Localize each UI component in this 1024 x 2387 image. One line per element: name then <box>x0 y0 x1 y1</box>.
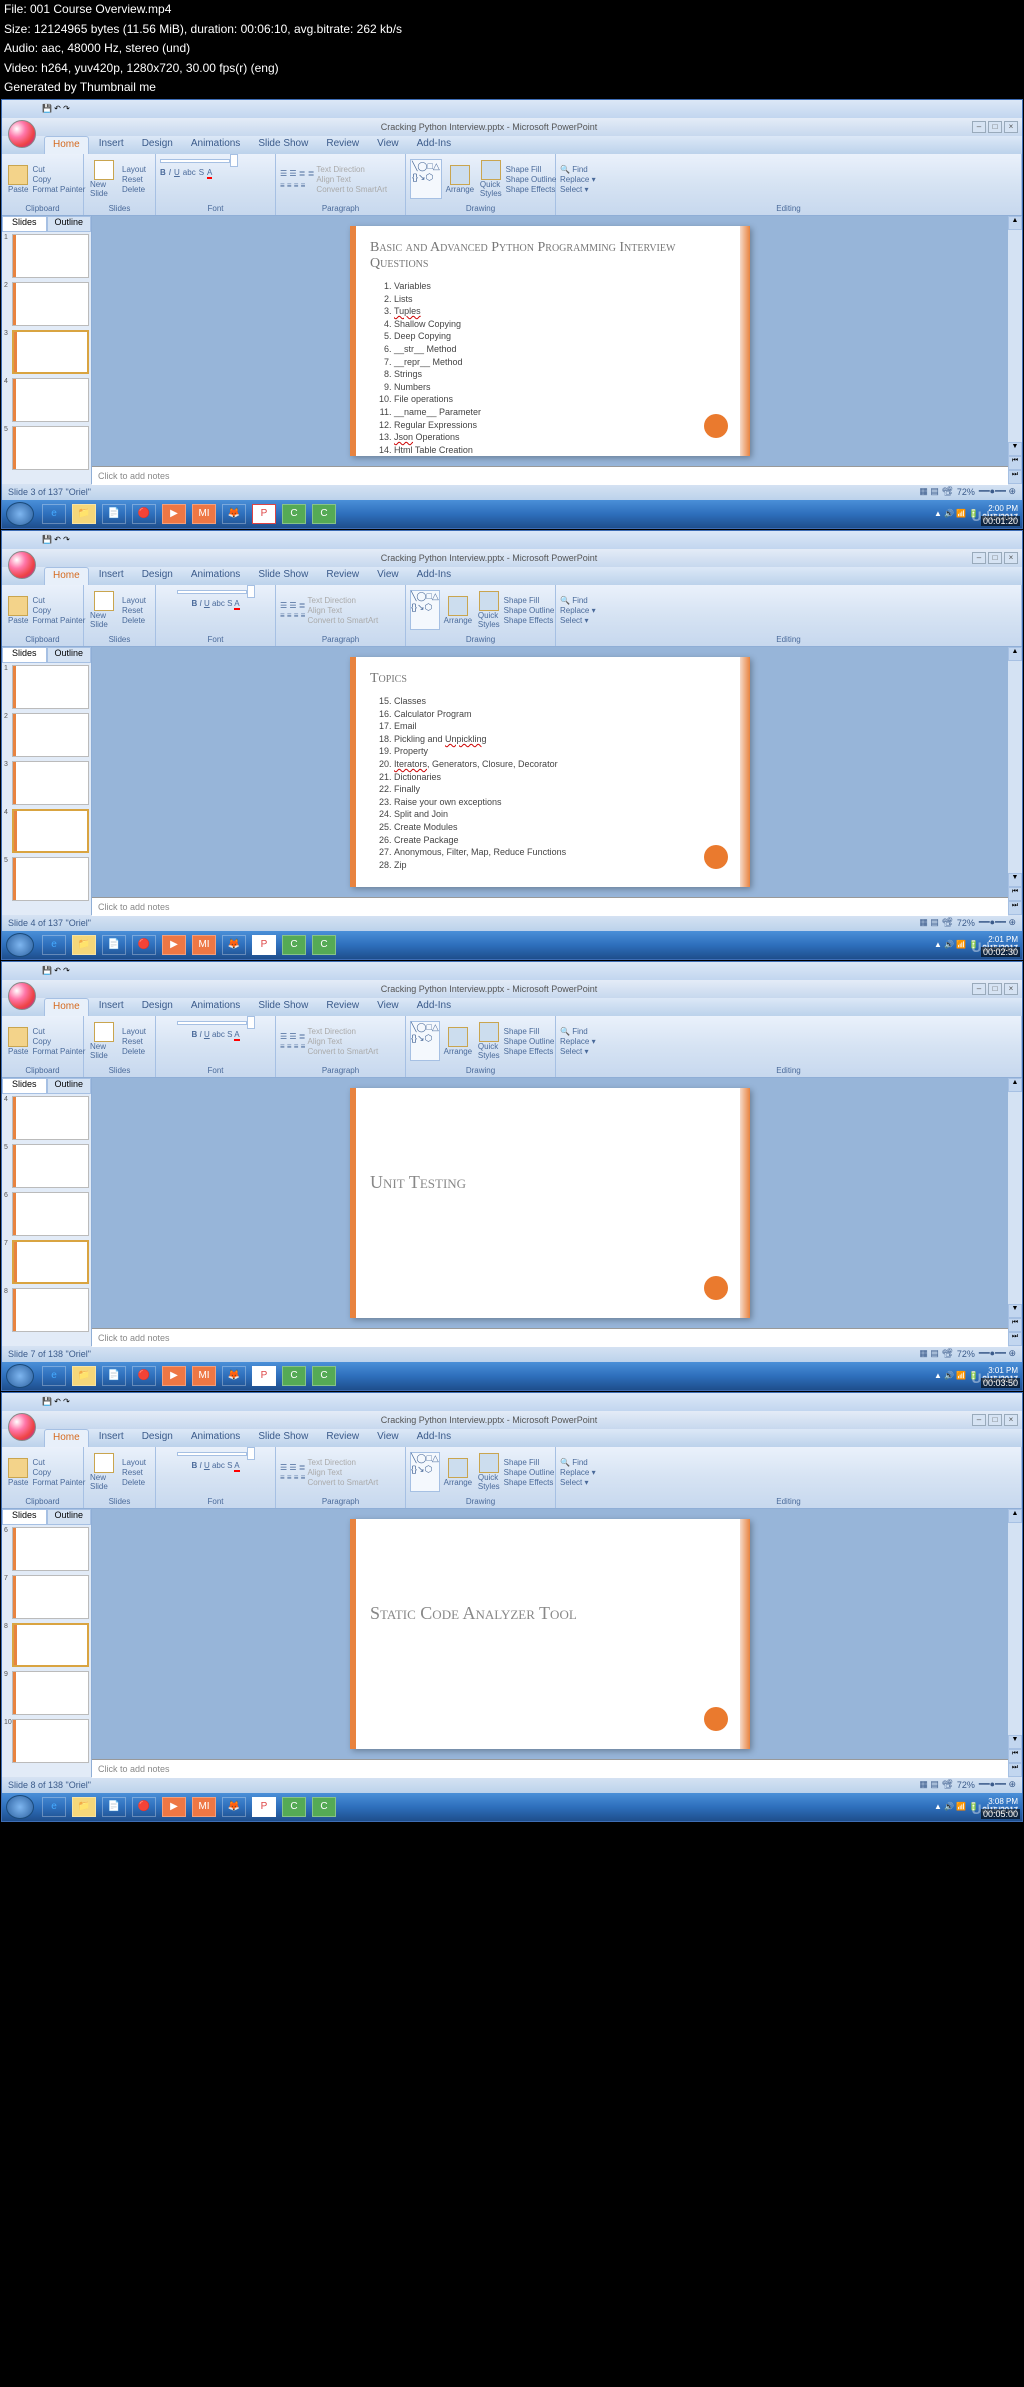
shapes-gallery[interactable]: ╲◯□△{}↘⬡ <box>410 159 442 199</box>
file-info-line2: Size: 12124965 bytes (11.56 MiB), durati… <box>0 20 1024 40</box>
font-family-box[interactable] <box>160 159 230 163</box>
group-slides: Slides <box>88 203 151 213</box>
status-bar: Slide 3 of 137 "Oriel" ▦ ▤ 📽 72% ━━●━━ ⊕ <box>2 484 1022 500</box>
powerpoint-window-4: 💾 ↶ ↷ Cracking Python Interview.pptx - M… <box>1 1392 1023 1822</box>
view-buttons[interactable]: ▦ ▤ 📽 <box>919 486 952 497</box>
tab-home[interactable]: Home <box>44 136 89 154</box>
outline-tab[interactable]: Outline <box>47 216 92 232</box>
minimize-button[interactable]: – <box>972 121 986 133</box>
tab-addins[interactable]: Add-Ins <box>409 136 459 154</box>
align-text-button[interactable]: Align Text <box>316 175 387 184</box>
font-size-box[interactable] <box>230 154 238 167</box>
align-buttons[interactable]: ≡ ≡ ≡ ≡ <box>280 181 314 190</box>
quick-access-toolbar[interactable]: 💾 ↶ ↷ <box>2 531 1022 549</box>
format-painter-button[interactable]: Format Painter <box>32 185 85 194</box>
replace-button[interactable]: Replace ▾ <box>560 175 596 184</box>
group-clipboard: Clipboard <box>6 203 79 213</box>
play-icon[interactable]: ▶ <box>162 504 186 524</box>
windows-taskbar: e 📁 📄 🔴 ▶ MI 🦊 P C C ▲ 🔊 📶 🔋 2:00 PM3/15… <box>2 500 1022 528</box>
copy-button[interactable]: Copy <box>32 175 85 184</box>
tab-design[interactable]: Design <box>134 136 181 154</box>
slide-title: Basic and Advanced Python Programming In… <box>370 240 730 272</box>
camtasia-icon[interactable]: C <box>282 504 306 524</box>
italic-button[interactable]: I <box>169 168 171 179</box>
file-info-line5: Generated by Thumbnail me <box>0 78 1024 98</box>
slide-list: VariablesListsTuplesShallow CopyingDeep … <box>370 280 730 456</box>
slide-section-title: Unit Testing <box>370 1102 730 1193</box>
new-slide-button[interactable]: New Slide <box>88 158 120 200</box>
cut-button[interactable]: Cut <box>32 165 85 174</box>
slide-list: ClassesCalculator ProgramEmailPickling a… <box>370 695 730 871</box>
file-info-line3: Audio: aac, 48000 Hz, stereo (und) <box>0 39 1024 59</box>
tab-insert[interactable]: Insert <box>91 136 132 154</box>
select-button[interactable]: Select ▾ <box>560 185 596 194</box>
office-button[interactable] <box>8 120 36 148</box>
group-paragraph: Paragraph <box>280 203 401 213</box>
window-title-bar: Cracking Python Interview.pptx - Microso… <box>2 118 1022 136</box>
quick-styles-button[interactable]: Quick Styles <box>478 158 504 200</box>
slide-counter: Slide 3 of 137 "Oriel" <box>8 487 91 497</box>
slides-pane: Slides Outline 1 2 3 4 5 <box>2 216 92 484</box>
text-direction-button[interactable]: Text Direction <box>316 165 387 174</box>
file-info-line1: File: 001 Course Overview.mp4 <box>0 0 1024 20</box>
slide-canvas[interactable]: Basic and Advanced Python Programming In… <box>350 226 750 456</box>
font-color-button[interactable]: A <box>207 168 212 179</box>
notepad-icon[interactable]: 📄 <box>102 504 126 524</box>
slide-canvas[interactable]: Topics ClassesCalculator ProgramEmailPic… <box>350 657 750 887</box>
close-button[interactable]: × <box>1004 121 1018 133</box>
tab-slideshow[interactable]: Slide Show <box>250 136 316 154</box>
shadow-button[interactable]: S <box>199 168 204 179</box>
powerpoint-window-1: 💾 ↶ ↷ Cracking Python Interview.pptx - M… <box>1 99 1023 529</box>
smartart-button[interactable]: Convert to SmartArt <box>316 185 387 194</box>
tab-review[interactable]: Review <box>318 136 367 154</box>
find-button[interactable]: 🔍 Find <box>560 165 596 174</box>
notes-pane[interactable]: Click to add notes <box>92 466 1008 485</box>
slide-title: Topics <box>370 671 730 687</box>
layout-button[interactable]: Layout <box>122 165 146 174</box>
slide-canvas[interactable]: Static Code Analyzer Tool <box>350 1519 750 1749</box>
window-title: Cracking Python Interview.pptx - Microso… <box>6 122 972 132</box>
shape-effects-button[interactable]: Shape Effects <box>506 185 557 194</box>
firefox-icon[interactable]: 🦊 <box>222 504 246 524</box>
shape-fill-button[interactable]: Shape Fill <box>506 165 557 174</box>
underline-button[interactable]: U <box>174 168 180 179</box>
quick-access-toolbar[interactable]: 💾 ↶ ↷ <box>2 100 1022 118</box>
ribbon: Paste Cut Copy Format Painter Clipboard … <box>2 154 1022 216</box>
powerpoint-icon[interactable]: P <box>252 504 276 524</box>
group-editing: Editing <box>560 203 1017 213</box>
bold-button[interactable]: B <box>160 168 166 179</box>
camtasia2-icon[interactable]: C <box>312 504 336 524</box>
reset-button[interactable]: Reset <box>122 175 146 184</box>
thumbnails[interactable]: 1 2 3 4 5 <box>2 232 91 484</box>
group-font: Font <box>160 203 271 213</box>
ribbon-tabs: Home Insert Design Animations Slide Show… <box>2 136 1022 154</box>
slides-tab[interactable]: Slides <box>2 216 47 232</box>
group-drawing: Drawing <box>410 203 551 213</box>
zoom-label: 72% <box>957 487 975 497</box>
tab-view[interactable]: View <box>369 136 407 154</box>
strike-button[interactable]: abc <box>183 168 196 179</box>
slide-section-title: Static Code Analyzer Tool <box>370 1533 730 1624</box>
powerpoint-window-2: 💾 ↶ ↷ Cracking Python Interview.pptx - M… <box>1 530 1023 960</box>
office-button[interactable] <box>8 551 36 579</box>
explorer-icon[interactable]: 📁 <box>72 504 96 524</box>
shape-outline-button[interactable]: Shape Outline <box>506 175 557 184</box>
slide-canvas[interactable]: Unit Testing <box>350 1088 750 1318</box>
start-button[interactable] <box>6 502 34 526</box>
chrome-icon[interactable]: 🔴 <box>132 504 156 524</box>
arrange-button[interactable]: Arrange <box>444 163 476 196</box>
delete-button[interactable]: Delete <box>122 185 146 194</box>
video-timestamp: 00:01:20 <box>981 516 1020 526</box>
paste-button[interactable]: Paste <box>6 163 30 196</box>
maximize-button[interactable]: □ <box>988 121 1002 133</box>
tab-animations[interactable]: Animations <box>183 136 248 154</box>
mi-icon[interactable]: MI <box>192 504 216 524</box>
file-info-line4: Video: h264, yuv420p, 1280x720, 30.00 fp… <box>0 59 1024 79</box>
powerpoint-window-3: 💾 ↶ ↷ Cracking Python Interview.pptx - M… <box>1 961 1023 1391</box>
vertical-scrollbar[interactable]: ▲▼⏮⏭ <box>1008 216 1022 484</box>
ie-icon[interactable]: e <box>42 504 66 524</box>
